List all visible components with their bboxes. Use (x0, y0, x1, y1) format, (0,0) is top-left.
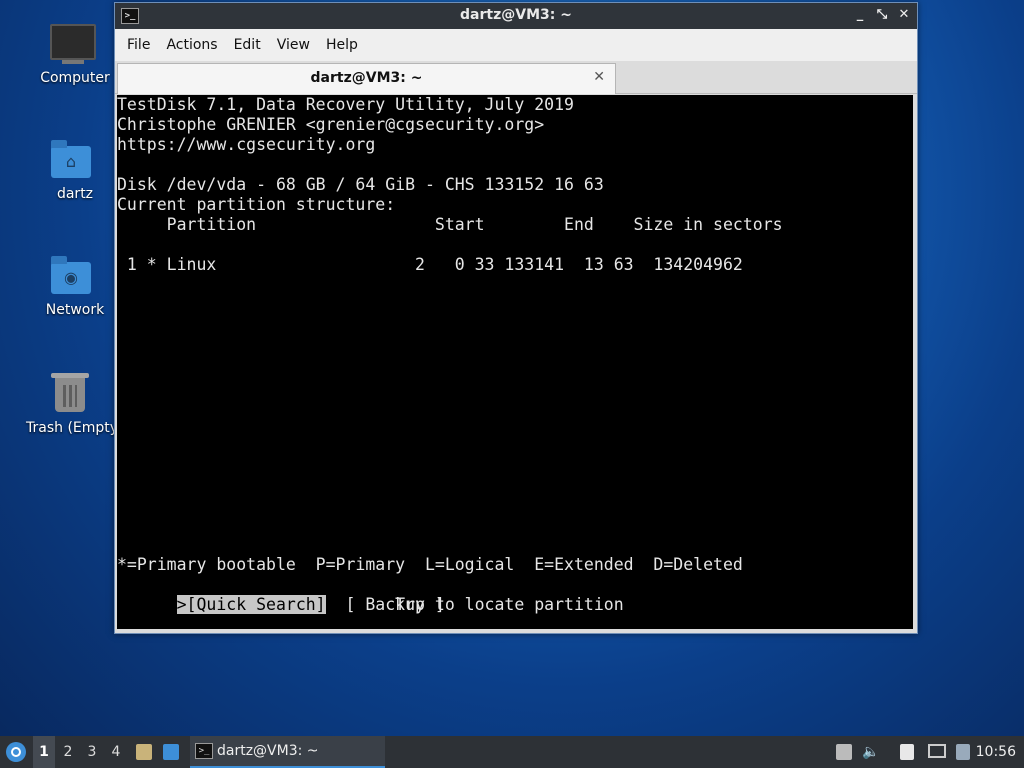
testdisk-header-line: Christophe GRENIER <grenier@cgsecurity.o… (117, 115, 545, 134)
update-notifier-icon[interactable] (836, 744, 852, 760)
file-manager-launcher-icon[interactable] (136, 744, 152, 760)
tab-terminal[interactable]: dartz@VM3: ~ ✕ (117, 63, 616, 94)
minimize-button[interactable]: _ (853, 7, 867, 22)
terminal-output[interactable]: TestDisk 7.1, Data Recovery Utility, Jul… (117, 95, 913, 629)
workspace-1[interactable]: 1 (33, 736, 55, 768)
taskbar-clock[interactable]: 10:56 (976, 736, 1016, 768)
terminal-task-icon: >_ (195, 743, 213, 759)
desktop-icon-computer[interactable]: Computer (30, 24, 120, 86)
workspace-4[interactable]: 4 (105, 736, 127, 768)
window-title: dartz@VM3: ~ (460, 7, 572, 23)
testdisk-header-line: TestDisk 7.1, Data Recovery Utility, Jul… (117, 95, 574, 114)
menu-edit[interactable]: Edit (226, 37, 269, 53)
workspace-3[interactable]: 3 (81, 736, 103, 768)
clipboard-icon[interactable] (900, 744, 914, 760)
user-icon[interactable] (956, 744, 970, 760)
maximize-button[interactable]: ⤡ (875, 7, 889, 22)
partition-columns-header: Partition Start End Size in sectors (117, 215, 783, 234)
taskbar-terminal-task[interactable]: >_ dartz@VM3: ~ (190, 736, 385, 768)
disk-info-line: Disk /dev/vda - 68 GB / 64 GiB - CHS 133… (117, 175, 604, 194)
trash-icon (51, 373, 89, 412)
desktop-icon-trash[interactable]: Trash (Empty) (26, 372, 124, 436)
workspace-2[interactable]: 2 (57, 736, 79, 768)
volume-icon[interactable]: 🔈 (862, 744, 879, 760)
close-button[interactable]: ✕ (897, 7, 911, 22)
partition-type-legend: *=Primary bootable P=Primary L=Logical E… (117, 555, 743, 574)
desktop-icon-label: dartz (56, 186, 94, 202)
desktop-icon-label: Network (45, 302, 105, 318)
menu-help[interactable]: Help (318, 37, 366, 53)
taskbar-task-label: dartz@VM3: ~ (217, 743, 319, 759)
terminal-window: >_ dartz@VM3: ~ _ ⤡ ✕ File Actions Edit … (114, 2, 918, 634)
desktop-icon-dartz[interactable]: ⌂ dartz (30, 138, 120, 202)
tab-label: dartz@VM3: ~ (310, 70, 423, 86)
menu-actions[interactable]: Actions (158, 37, 225, 53)
start-menu-icon[interactable] (6, 742, 26, 762)
menu-file[interactable]: File (119, 37, 158, 53)
menubar: File Actions Edit View Help (115, 29, 917, 61)
partition-row: 1 * Linux 2 0 33 133141 13 63 134204962 (117, 255, 743, 274)
desktop-icon-label: Trash (Empty) (26, 420, 124, 436)
option-hint: Try to locate partition (117, 595, 624, 614)
tab-bar: dartz@VM3: ~ ✕ (115, 61, 917, 94)
tab-close-icon[interactable]: ✕ (593, 69, 605, 85)
network-folder-icon: ◉ (51, 256, 91, 294)
menu-view[interactable]: View (269, 37, 318, 53)
structure-label: Current partition structure: (117, 195, 396, 214)
taskbar: 1 2 3 4 >_ dartz@VM3: ~ 🔈 10:56 (0, 736, 1024, 768)
desktop-icon-label: Computer (40, 70, 110, 86)
window-titlebar[interactable]: >_ dartz@VM3: ~ _ ⤡ ✕ (115, 3, 917, 29)
testdisk-header-line: https://www.cgsecurity.org (117, 135, 376, 154)
desktop-icon-network[interactable]: ◉ Network (30, 254, 120, 318)
show-desktop-icon[interactable] (163, 744, 179, 760)
computer-icon (50, 24, 96, 64)
network-status-icon[interactable] (928, 744, 946, 758)
home-folder-icon: ⌂ (51, 140, 91, 178)
